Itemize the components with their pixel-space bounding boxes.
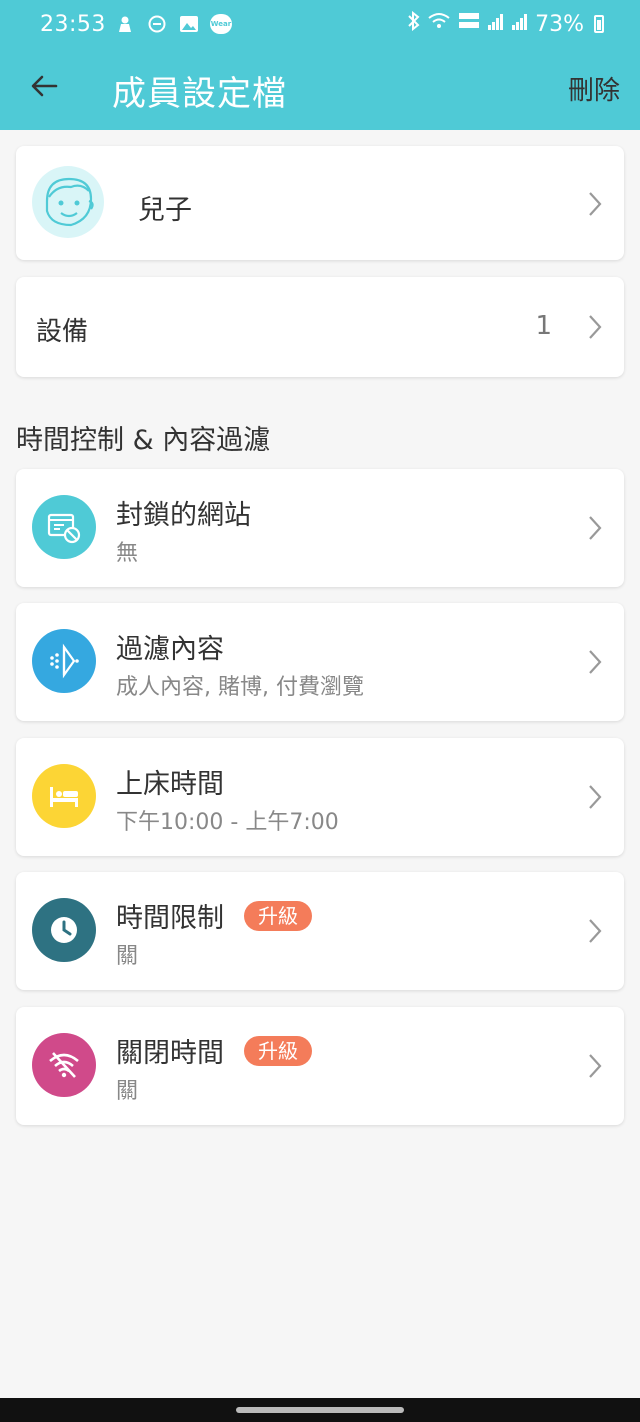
profile-card[interactable]: 兒子 [16,146,624,260]
item-subtitle: 成人內容, 賭博, 付費瀏覽 [116,675,364,700]
person-icon [114,15,136,33]
time-limits-card[interactable]: 時間限制 升級 關 [16,872,624,990]
devices-card[interactable]: 設備 1 [16,277,624,377]
blocked-site-icon [32,495,96,559]
boy-face-icon [45,177,94,227]
signal-roaming-icon [511,12,529,37]
home-gesture-handle[interactable] [236,1407,404,1413]
blocked-sites-card[interactable]: 封鎖的網站 無 [16,469,624,587]
app-header: 23:53 Wear 73% 成員設定檔 刪除 [0,0,640,130]
bedtime-card[interactable]: 上床時間 下午10:00 - 上午7:00 [16,738,624,856]
chevron-right-icon [586,1052,604,1080]
upgrade-badge[interactable]: 升級 [244,1035,312,1066]
battery-icon [594,15,604,33]
system-nav-bar [0,1398,640,1422]
item-subtitle: 無 [116,541,139,566]
item-title: 關閉時間 升級 [116,1031,312,1070]
status-bar: 23:53 Wear 73% [0,0,640,44]
section-title: 時間控制 & 內容過濾 [16,425,271,456]
battery-percent: 73% [535,11,584,37]
volte-icon [457,11,481,37]
toolbar: 成員設定檔 刪除 [0,44,640,130]
item-title: 上床時間 [116,769,224,800]
profile-name: 兒子 [138,195,192,226]
wifi-icon [427,11,451,37]
chevron-right-icon [586,514,604,542]
chevron-right-icon [586,648,604,676]
dnd-icon [146,15,168,33]
page-title: 成員設定檔 [112,74,287,114]
status-time: 23:53 [40,12,106,37]
upgrade-badge[interactable]: 升級 [244,900,312,931]
chevron-right-icon [586,917,604,945]
signal-icon [487,12,505,37]
devices-count: 1 [535,311,552,341]
arrow-left-icon [31,75,58,97]
wifi-off-icon [32,1033,96,1097]
delete-button[interactable]: 刪除 [568,70,620,107]
back-button[interactable] [22,64,66,108]
image-icon [178,15,200,33]
bluetooth-icon [407,10,421,37]
item-subtitle: 下午10:00 - 上午7:00 [116,810,339,835]
item-title: 過濾內容 [116,634,224,665]
item-title: 封鎖的網站 [116,500,251,531]
chevron-right-icon [586,190,604,218]
wear-icon: Wear [210,14,232,34]
item-subtitle: 關 [116,944,139,969]
avatar [32,166,104,238]
bed-icon [32,764,96,828]
filter-icon [32,629,96,693]
chevron-right-icon [586,783,604,811]
chevron-right-icon [586,313,604,341]
devices-label: 設備 [36,317,89,347]
off-time-card[interactable]: 關閉時間 升級 關 [16,1007,624,1125]
item-title: 時間限制 升級 [116,896,312,935]
filter-content-card[interactable]: 過濾內容 成人內容, 賭博, 付費瀏覽 [16,603,624,721]
clock-icon [32,898,96,962]
item-subtitle: 關 [116,1079,139,1104]
